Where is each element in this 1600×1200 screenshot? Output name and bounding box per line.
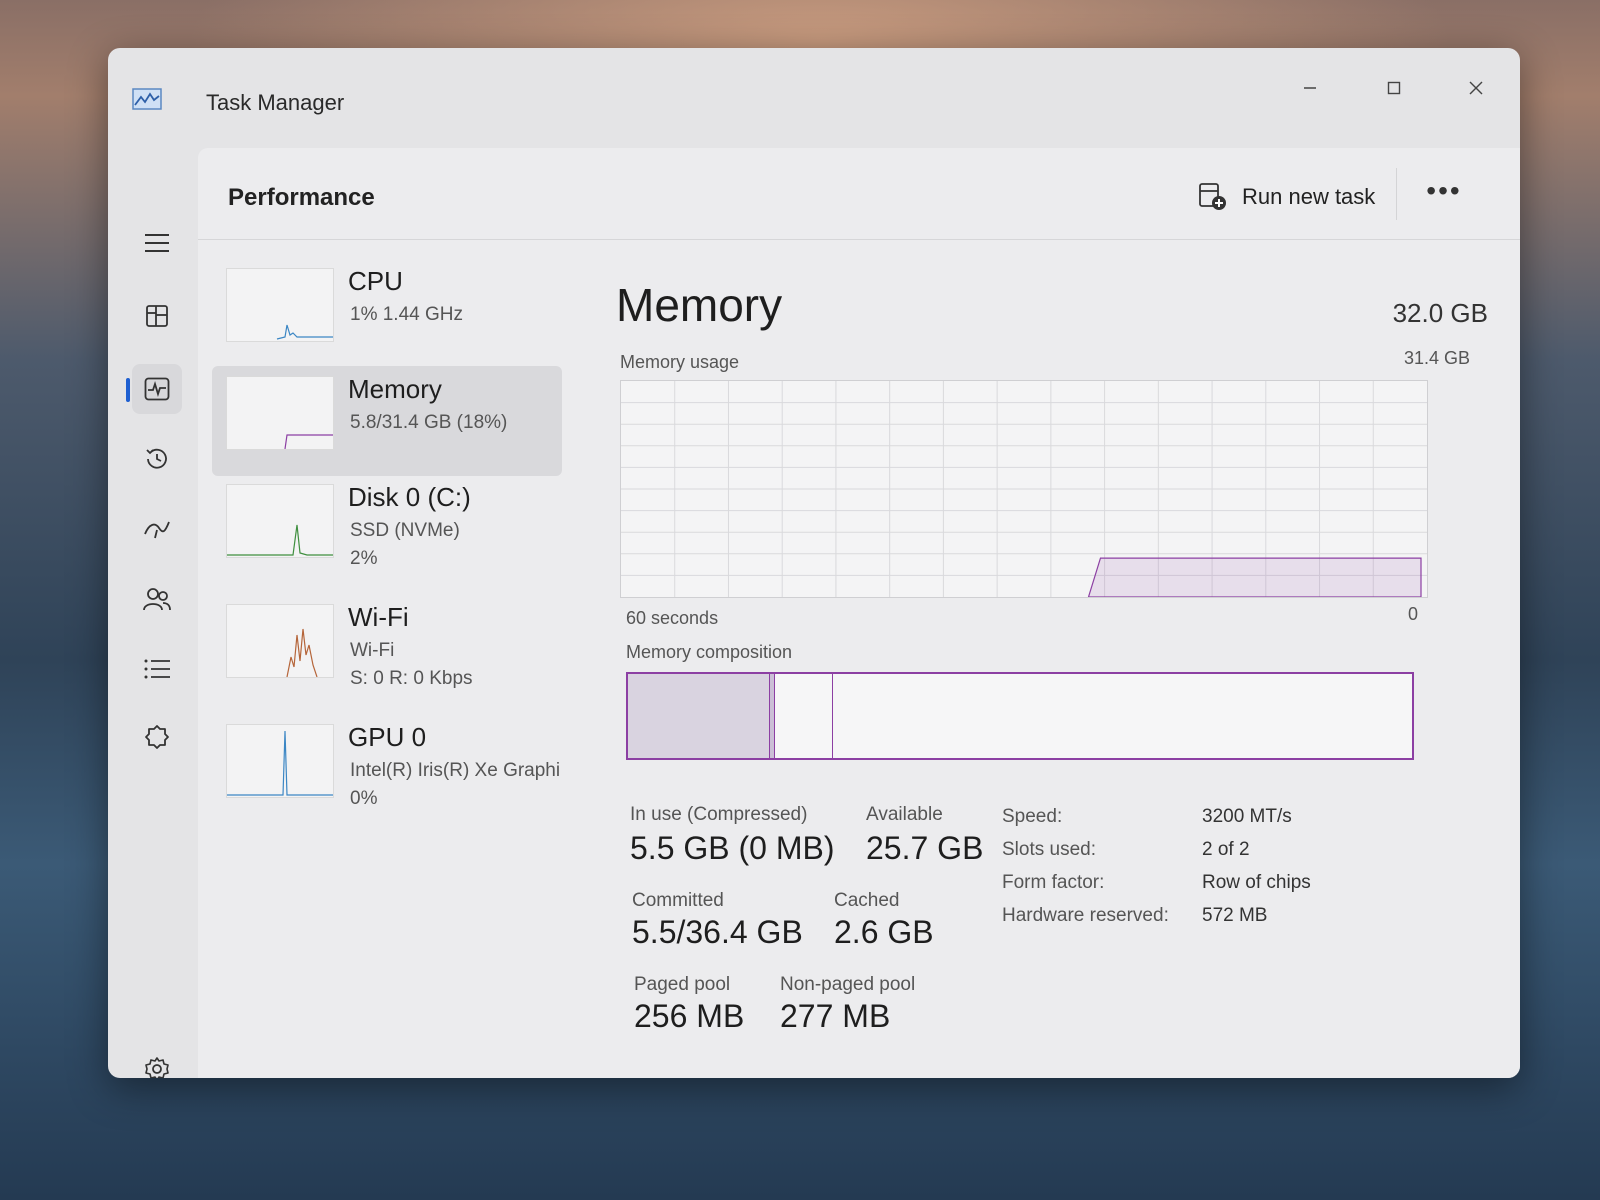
details-icon <box>144 659 170 679</box>
spec-speed-value: 3200 MT/s <box>1202 806 1292 827</box>
perf-item-detail: 5.8/31.4 GB (18%) <box>350 412 508 433</box>
total-memory: 32.0 GB <box>1392 298 1488 328</box>
gpu-thumbnail-graph <box>226 724 334 798</box>
in-use-value: 5.5 GB (0 MB) <box>630 830 835 866</box>
more-options-button[interactable]: ••• <box>1422 176 1466 216</box>
perf-item-name: Wi-Fi <box>348 602 409 632</box>
committed-label: Committed <box>632 890 724 911</box>
composition-modified <box>769 674 776 758</box>
perf-item-name: CPU <box>348 266 403 296</box>
startup-icon <box>144 521 170 539</box>
more-options-icon: ••• <box>1426 175 1462 206</box>
perf-item-throughput: S: 0 R: 0 Kbps <box>350 668 473 689</box>
nav-item-services[interactable] <box>132 712 182 762</box>
perf-item-disk[interactable]: Disk 0 (C:) SSD (NVMe) 2% <box>212 474 562 592</box>
non-paged-pool-value: 277 MB <box>780 998 891 1034</box>
spec-speed-label: Speed: <box>1002 806 1063 827</box>
wifi-thumbnail-graph <box>226 604 334 678</box>
nav-item-performance[interactable] <box>126 364 182 414</box>
task-manager-app-icon <box>132 88 162 110</box>
spec-slots-label: Slots used: <box>1002 839 1096 860</box>
memory-usage-label: Memory usage <box>620 352 740 372</box>
non-paged-pool-label: Non-paged pool <box>780 974 916 995</box>
memory-composition-bar <box>626 672 1414 760</box>
memory-usage-area <box>1087 557 1422 597</box>
title-bar[interactable]: Task Manager <box>108 48 1520 148</box>
nav-item-processes[interactable] <box>132 291 182 341</box>
performance-icon <box>144 377 170 401</box>
page-title: Performance <box>228 184 375 211</box>
paged-pool-label: Paged pool <box>634 974 731 995</box>
perf-item-wifi[interactable]: Wi-Fi Wi-Fi S: 0 R: 0 Kbps <box>212 594 562 712</box>
memory-detail-panel: Memory 32.0 GB Memory usage 31.4 GB 60 s… <box>608 258 1488 1058</box>
nav-menu-button[interactable] <box>132 218 182 268</box>
content-area: Performance Run new task ••• CPU 1% 1.44… <box>198 148 1520 1078</box>
spec-hardware-reserved-value: 572 MB <box>1202 905 1268 926</box>
spec-hardware-reserved-label: Hardware reserved: <box>1002 905 1169 926</box>
memory-composition-label: Memory composition <box>626 642 793 662</box>
cached-value: 2.6 GB <box>834 914 934 950</box>
paged-pool-value: 256 MB <box>634 998 745 1034</box>
memory-usage-max: 31.4 GB <box>1403 348 1470 368</box>
nav-item-settings[interactable] <box>132 1044 182 1078</box>
maximize-icon <box>1387 81 1401 95</box>
window-title: Task Manager <box>206 90 345 115</box>
run-new-task-label: Run new task <box>1242 184 1376 209</box>
committed-value: 5.5/36.4 GB <box>632 914 803 950</box>
spec-form-factor-value: Row of chips <box>1202 872 1311 893</box>
users-icon <box>143 588 171 611</box>
cached-label: Cached <box>834 890 900 911</box>
detail-title: Memory <box>616 279 783 331</box>
perf-item-gpu[interactable]: GPU 0 Intel(R) Iris(R) Xe Graphi 0% <box>212 714 562 832</box>
command-bar: Performance Run new task ••• <box>198 148 1520 240</box>
perf-item-usage: 2% <box>350 548 378 569</box>
perf-item-name: GPU 0 <box>348 722 427 752</box>
perf-item-detail: 1% 1.44 GHz <box>350 304 463 325</box>
in-use-label: In use (Compressed) <box>630 804 808 825</box>
perf-item-usage: 0% <box>350 788 378 809</box>
disk-thumbnail-graph <box>226 484 334 558</box>
run-new-task-button[interactable]: Run new task <box>1198 174 1375 220</box>
available-value: 25.7 GB <box>866 830 984 866</box>
nav-item-details[interactable] <box>132 644 182 694</box>
memory-usage-graph <box>620 380 1428 598</box>
task-manager-window: Task Manager Performance Run new task ••… <box>108 48 1520 1078</box>
perf-item-name: Disk 0 (C:) <box>348 482 471 512</box>
spec-form-factor-label: Form factor: <box>1002 872 1105 893</box>
available-label: Available <box>866 804 943 825</box>
perf-item-detail: Wi-Fi <box>350 640 395 661</box>
history-icon <box>146 448 167 469</box>
perf-item-memory[interactable]: Memory 5.8/31.4 GB (18%) <box>212 366 562 476</box>
nav-item-startup-apps[interactable] <box>132 504 182 554</box>
nav-item-users[interactable] <box>132 574 182 624</box>
spec-slots-value: 2 of 2 <box>1202 839 1250 860</box>
maximize-button[interactable] <box>1364 66 1424 110</box>
perf-item-detail: Intel(R) Iris(R) Xe Graphi <box>350 760 561 781</box>
navigation-rail <box>108 148 198 1078</box>
composition-in-use <box>628 674 770 758</box>
close-icon <box>1469 81 1483 95</box>
services-icon <box>145 725 169 749</box>
nav-item-app-history[interactable] <box>132 434 182 484</box>
perf-item-cpu[interactable]: CPU 1% 1.44 GHz <box>212 258 562 368</box>
composition-standby-boundary <box>831 674 833 758</box>
run-new-task-icon <box>1199 183 1226 210</box>
graph-zero-label: 0 <box>1407 604 1418 624</box>
close-button[interactable] <box>1446 66 1506 110</box>
cpu-thumbnail-graph <box>226 268 334 342</box>
hamburger-icon <box>145 234 169 252</box>
perf-item-detail: SSD (NVMe) <box>350 520 460 541</box>
performance-list: CPU 1% 1.44 GHz Memory 5.8/31.4 GB (18%)… <box>198 258 588 1058</box>
command-bar-divider <box>1396 168 1397 220</box>
minimize-icon <box>1304 87 1316 89</box>
memory-thumbnail-graph <box>226 376 334 450</box>
minimize-button[interactable] <box>1280 66 1340 110</box>
perf-item-name: Memory <box>348 374 442 404</box>
graph-time-label: 60 seconds <box>626 608 719 628</box>
settings-icon <box>145 1057 169 1078</box>
processes-icon <box>146 305 168 327</box>
